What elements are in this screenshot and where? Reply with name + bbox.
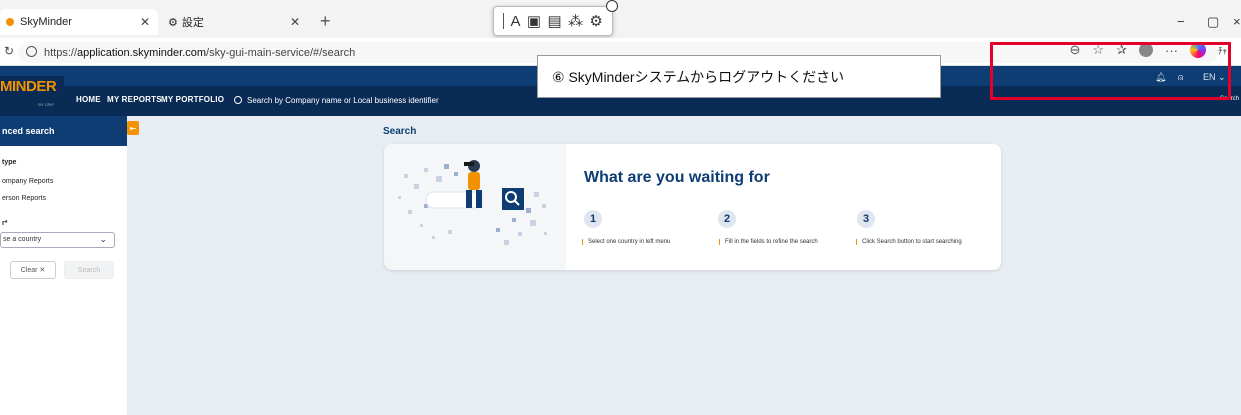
clear-button[interactable]: Clear ✕	[10, 261, 56, 279]
tab-title: 設定	[181, 17, 204, 29]
tab-skyminder[interactable]: SkyMinder ✕	[0, 9, 158, 35]
highlight-box	[990, 42, 1231, 100]
main-content: Search What are you waiting for 1 2 3 Se…	[127, 116, 1241, 415]
maximize-button[interactable]: ▢	[1207, 14, 1219, 30]
search-placeholder: Search by Company name or Local business…	[247, 95, 439, 105]
screen: SkyMinder ✕ ⚙ 設定 ✕ + − ▢ × A ▣ ▤ ⁂ ⚙ ↻ h…	[0, 0, 1241, 415]
instruction-callout: ⑥ SkyMinderシステムからログアウトください	[537, 55, 941, 98]
logo-text: MINDER	[0, 78, 57, 95]
reload-icon[interactable]: ↻	[4, 44, 14, 58]
step-2-number: 2	[718, 210, 736, 228]
step-1-number: 1	[584, 210, 602, 228]
search-button[interactable]: Search	[64, 261, 114, 279]
advanced-search-panel: nced search type ompany Reports erson Re…	[0, 116, 127, 415]
ruby-icon[interactable]: ⁂	[568, 12, 583, 30]
country-label: r*	[2, 220, 8, 227]
option-company-reports[interactable]: ompany Reports	[2, 178, 53, 185]
info-icon[interactable]	[26, 46, 37, 57]
url-path: /sky-gui-main-service/#/search	[206, 46, 356, 59]
tab-title: SkyMinder	[20, 16, 72, 28]
drag-handle-icon[interactable]	[606, 0, 618, 12]
gear-icon[interactable]: ⚙	[589, 12, 602, 30]
nav-my-portfolio[interactable]: MY PORTFOLIO	[161, 95, 224, 104]
url-prefix: https://	[44, 46, 78, 59]
callout-text: ⑥ SkyMinderシステムからログアウトください	[552, 68, 845, 85]
nav-home[interactable]: HOME	[76, 95, 101, 104]
close-tab-icon[interactable]: ✕	[290, 15, 300, 29]
toolbar-divider	[503, 13, 505, 29]
step-1-text: Select one country in left menu	[582, 239, 670, 245]
tab-settings[interactable]: ⚙ 設定 ✕	[160, 9, 308, 35]
page-title: Search	[383, 126, 417, 137]
clipboard-icon[interactable]: ▣	[527, 12, 541, 30]
welcome-heading: What are you waiting for	[584, 169, 770, 186]
search-icon	[234, 96, 242, 104]
logo-subtext: BY CRIF	[38, 102, 54, 107]
welcome-card-content: What are you waiting for 1 2 3 Select on…	[566, 144, 1001, 270]
chevron-down-icon: ⌄	[99, 234, 107, 244]
close-tab-icon[interactable]: ✕	[140, 15, 150, 29]
skyminder-favicon-icon	[6, 18, 14, 26]
close-window-button[interactable]: ×	[1233, 14, 1241, 29]
floating-toolbar: A ▣ ▤ ⁂ ⚙	[493, 0, 618, 36]
gear-icon: ⚙	[168, 16, 178, 29]
panel-title: nced search	[0, 116, 127, 146]
browser-tab-bar: SkyMinder ✕ ⚙ 設定 ✕ + − ▢ ×	[0, 0, 1241, 38]
screenshot-icon[interactable]: ▤	[547, 12, 561, 30]
collapse-panel-icon[interactable]: ⇤	[127, 121, 139, 135]
text-size-icon[interactable]: A	[511, 13, 521, 30]
country-select[interactable]: se a country ⌄	[0, 232, 115, 248]
step-2-text: Fill in the fields to refine the search	[719, 239, 818, 245]
step-3-number: 3	[857, 210, 875, 228]
skyminder-logo[interactable]: MINDER BY CRIF	[0, 76, 64, 112]
url-host: application.skyminder.com	[77, 46, 207, 59]
minimize-button[interactable]: −	[1177, 14, 1185, 29]
welcome-card: What are you waiting for 1 2 3 Select on…	[384, 144, 1001, 270]
new-tab-button[interactable]: +	[320, 12, 331, 30]
search-illustration	[398, 160, 547, 245]
step-3-text: Click Search button to start searching	[856, 239, 962, 245]
country-placeholder: se a country	[3, 236, 42, 243]
option-person-reports[interactable]: erson Reports	[2, 195, 46, 202]
type-label: type	[2, 159, 17, 166]
nav-my-reports[interactable]: MY REPORTS	[107, 95, 162, 104]
